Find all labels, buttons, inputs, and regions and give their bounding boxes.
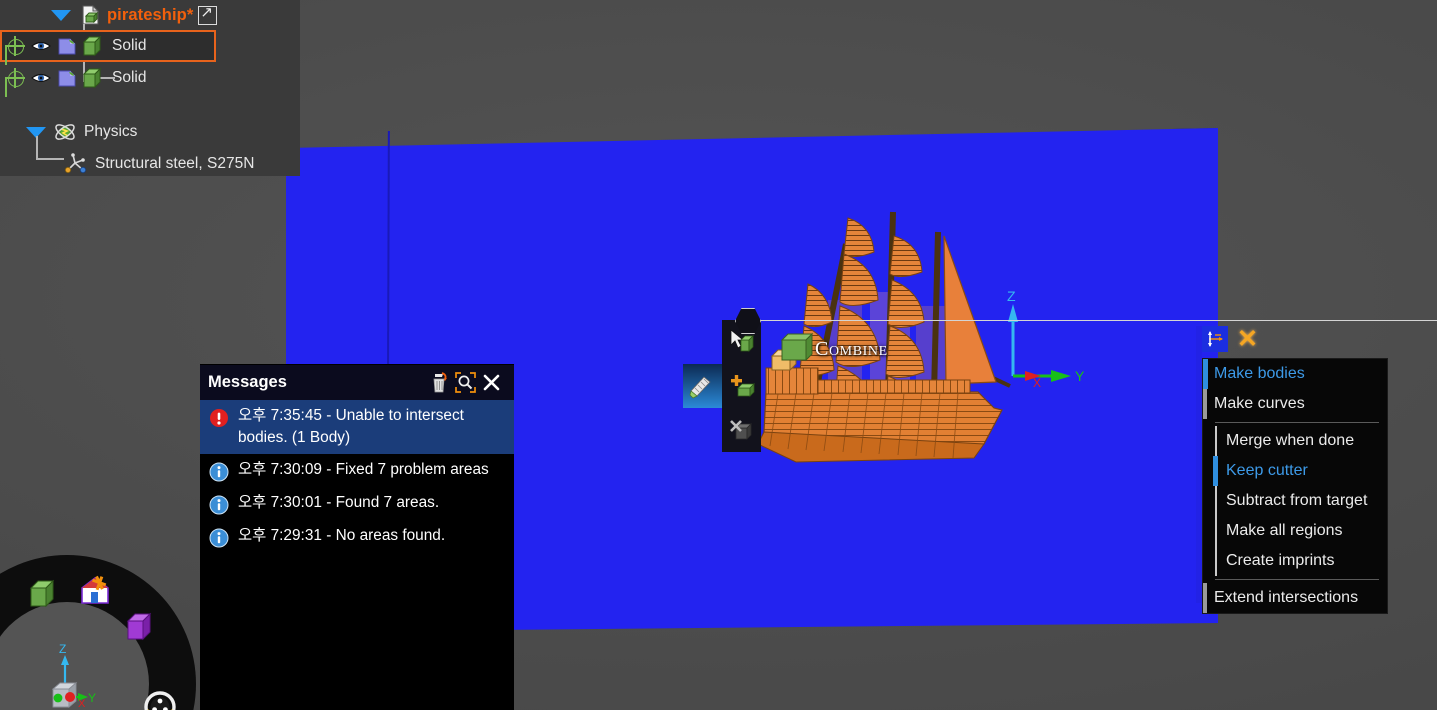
combine-tool-button[interactable] [722, 364, 761, 408]
info-icon [209, 462, 229, 482]
tree-item-label: Structural steel, S275N [95, 155, 255, 172]
molecule-icon [64, 153, 87, 174]
menu-item-create-imprints[interactable]: Create imprints [1203, 546, 1387, 576]
message-row[interactable]: 오후 7:29:31 - No areas found. [200, 520, 514, 553]
leader-line [760, 320, 1437, 322]
tree-item-label: Solid [112, 37, 147, 54]
clear-messages-icon[interactable] [426, 371, 452, 395]
active-indicator [1203, 583, 1207, 613]
menu-item-make-curves[interactable]: Make curves [1203, 389, 1387, 419]
active-indicator [1215, 486, 1217, 516]
menu-item-label: Merge when done [1226, 432, 1355, 449]
menu-item-merge-when-done[interactable]: Merge when done [1203, 426, 1387, 456]
active-indicator [1203, 359, 1208, 389]
open-external-icon[interactable] [198, 3, 218, 25]
tree-item-label: Physics [84, 123, 138, 140]
radial-nav-menu[interactable]: Z Y X [0, 555, 196, 710]
svg-text:Z: Z [59, 642, 66, 656]
menu-item-label: Extend intersections [1214, 589, 1359, 606]
context-menu-header[interactable]: ✕ [1202, 326, 1258, 352]
model-tree-panel[interactable]: pirateship* Solid [0, 0, 300, 176]
triangle-down-icon[interactable] [51, 9, 71, 21]
active-indicator [1215, 426, 1217, 456]
tree-item-label: Solid [112, 69, 147, 86]
message-text: 오후 7:29:31 - No areas found. [238, 526, 446, 544]
axis-triad: Z Y X [1007, 288, 1085, 388]
context-menu[interactable]: Make bodies Make curves Merge when done … [1202, 358, 1388, 614]
split-body-tool-button[interactable] [683, 364, 722, 408]
crosshair-icon[interactable] [5, 68, 25, 88]
atom-icon [55, 124, 75, 140]
active-indicator [1215, 546, 1217, 576]
menu-item-label: Keep cutter [1226, 462, 1308, 479]
svg-text:X: X [1033, 376, 1041, 388]
message-row[interactable]: 오후 7:30:01 - Found 7 areas. [200, 487, 514, 520]
move-tool-icon[interactable] [1202, 326, 1228, 352]
green-cube-icon [80, 34, 104, 58]
combine-preview-icon [770, 332, 814, 372]
combine-tooltip: Combine [815, 338, 888, 360]
zoom-to-message-icon[interactable] [452, 371, 478, 395]
messages-panel[interactable]: Messages 오후 7:35:45 - Unable to intersec… [200, 364, 514, 710]
active-indicator [1215, 516, 1217, 546]
info-icon [209, 495, 229, 515]
view-cube-widget[interactable]: Z Y X [22, 637, 108, 710]
document-solid-icon [82, 4, 100, 25]
svg-text:Y: Y [88, 691, 96, 705]
active-indicator [1213, 456, 1218, 486]
menu-separator [1215, 579, 1379, 580]
svg-text:Y: Y [1075, 368, 1085, 384]
svg-text:Z: Z [1007, 288, 1016, 304]
tree-item-solid-2[interactable]: Solid [0, 62, 300, 94]
message-row[interactable]: 오후 7:30:09 - Fixed 7 problem areas [200, 454, 514, 487]
tree-item-physics[interactable]: Physics [0, 116, 300, 148]
error-icon [210, 409, 228, 427]
svg-text:X: X [78, 698, 86, 710]
tree-connector [36, 158, 64, 160]
purple-cube-view-icon[interactable] [123, 610, 157, 644]
message-text: 오후 7:30:09 - Fixed 7 problem areas [238, 460, 489, 478]
layer-icon[interactable] [57, 68, 77, 88]
layer-icon[interactable] [57, 36, 77, 56]
menu-item-label: Make bodies [1214, 365, 1305, 382]
crosshair-icon[interactable] [5, 36, 25, 56]
active-indicator [1203, 389, 1207, 419]
spin-view-icon[interactable] [143, 690, 177, 710]
menu-item-label: Subtract from target [1226, 492, 1368, 509]
green-cube-icon [80, 66, 104, 90]
menu-item-label: Make curves [1214, 395, 1305, 412]
mini-toolbar[interactable] [683, 308, 1437, 452]
tree-root-row[interactable]: pirateship* [0, 0, 300, 30]
menu-item-extend-intersections[interactable]: Extend intersections [1203, 583, 1387, 613]
green-cube-view-icon[interactable] [26, 577, 60, 611]
messages-titlebar[interactable]: Messages [200, 365, 514, 400]
messages-list[interactable]: 오후 7:35:45 - Unable to intersect bodies.… [200, 400, 514, 553]
menu-separator [1215, 422, 1379, 423]
menu-item-label: Create imprints [1226, 552, 1335, 569]
tree-item-material[interactable]: Structural steel, S275N [0, 148, 300, 180]
menu-item-make-bodies[interactable]: Make bodies [1203, 359, 1387, 389]
messages-title: Messages [208, 373, 287, 391]
menu-item-subtract-from-target[interactable]: Subtract from target [1203, 486, 1387, 516]
message-text: 오후 7:35:45 - Unable to intersect bodies.… [238, 407, 464, 446]
eye-icon[interactable] [31, 68, 51, 88]
project-tool-button[interactable] [722, 408, 761, 452]
info-icon [209, 528, 229, 548]
document-title: pirateship* [107, 5, 194, 24]
tree-connector [36, 136, 38, 160]
message-row[interactable]: 오후 7:35:45 - Unable to intersect bodies.… [200, 400, 514, 454]
message-text: 오후 7:30:01 - Found 7 areas. [238, 493, 440, 511]
eye-icon[interactable] [31, 36, 51, 56]
close-icon[interactable] [478, 371, 504, 395]
menu-item-keep-cutter[interactable]: Keep cutter [1203, 456, 1387, 486]
tree-item-solid-1[interactable]: Solid [0, 30, 216, 62]
menu-item-make-all-regions[interactable]: Make all regions [1203, 516, 1387, 546]
close-icon[interactable]: ✕ [1237, 326, 1258, 352]
menu-item-label: Make all regions [1226, 522, 1343, 539]
home-view-icon[interactable] [78, 573, 112, 607]
